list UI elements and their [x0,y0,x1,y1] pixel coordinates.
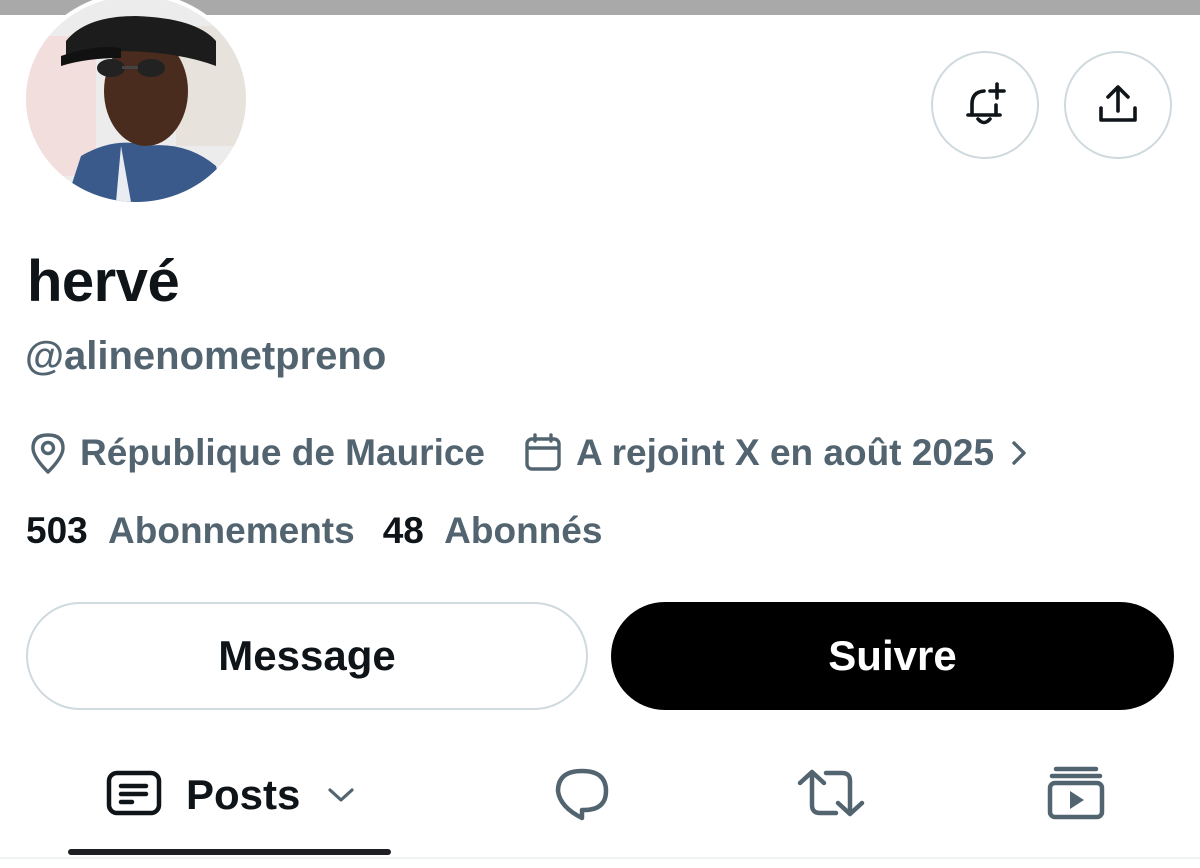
video-stack-icon [1046,765,1106,826]
reply-bubble-icon [552,765,612,826]
profile-stats: 503 Abonnements 48 Abonnés [26,510,602,552]
chevron-down-icon[interactable] [326,785,356,805]
calendar-icon [523,432,563,474]
avatar-photo [26,0,246,202]
tab-reposts[interactable] [796,745,866,845]
active-tab-indicator [68,849,391,855]
profile-meta: République de Maurice A rejoint X en aoû… [28,428,1030,478]
posts-icon [106,770,162,821]
tab-posts-label: Posts [186,771,301,818]
following-label: Abonnements [108,510,355,551]
joined-date-item[interactable]: A rejoint X en août 2025 [523,432,1030,474]
follow-button[interactable]: Suivre [611,602,1174,710]
followers-stat[interactable]: 48 Abonnés [383,510,603,552]
location-text: République de Maurice [80,432,486,473]
display-name: hervé [27,249,180,314]
tabs-divider [0,857,1200,859]
avatar[interactable] [22,0,250,206]
followers-label: Abonnés [444,510,603,551]
tab-replies[interactable] [552,745,612,845]
repost-icon [796,767,866,824]
share-button[interactable] [1064,51,1172,159]
profile-tabs: Posts [0,745,1200,857]
following-stat[interactable]: 503 Abonnements [26,510,355,552]
tab-posts[interactable]: Posts [106,745,356,845]
tab-media[interactable] [1046,745,1106,845]
bell-plus-icon [966,82,1006,125]
location-item: République de Maurice [28,431,485,475]
followers-count: 48 [382,510,424,551]
joined-text: A rejoint X en août 2025 [576,432,995,473]
chevron-right-icon [1008,438,1030,468]
following-count: 503 [26,510,88,551]
location-pin-icon [28,431,68,475]
notify-button[interactable] [931,51,1039,159]
profile-handle: @alinenometpreno [25,334,387,378]
message-button[interactable]: Message [26,602,588,710]
share-upload-icon [1099,85,1137,122]
